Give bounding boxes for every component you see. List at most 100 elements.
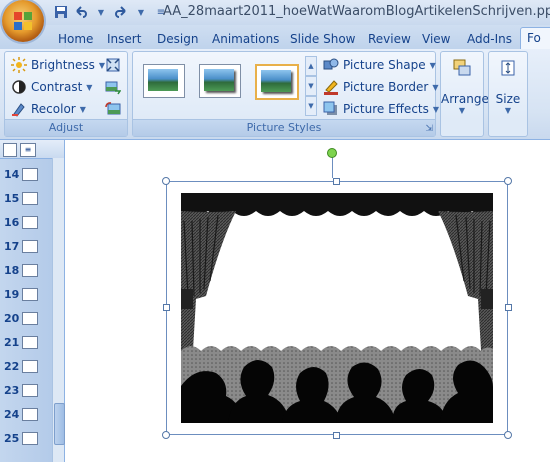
- chevron-down-icon: ▼: [432, 104, 440, 114]
- contrast-button[interactable]: Contrast ▼: [11, 77, 92, 97]
- compress-pictures-icon: [106, 58, 120, 72]
- slide-number: 22: [4, 359, 20, 373]
- size-button[interactable]: Size ▼: [489, 52, 527, 118]
- save-button[interactable]: [52, 3, 70, 21]
- quick-access-toolbar: ▼ ▼ ≡: [52, 3, 170, 21]
- arrange-icon: [453, 59, 471, 76]
- chevron-down-icon: ▼: [79, 104, 86, 114]
- tab-slide-show[interactable]: Slide Show: [290, 29, 355, 49]
- slide-number: 17: [4, 239, 20, 253]
- slide-number: 15: [4, 191, 20, 205]
- picture-effects-icon: [323, 101, 337, 115]
- gallery-scroll-up[interactable]: ▲: [305, 56, 317, 76]
- resize-handle-bottom-right[interactable]: [504, 431, 512, 439]
- tab-design[interactable]: Design: [157, 29, 198, 49]
- brightness-icon: [11, 57, 27, 73]
- tab-animations[interactable]: Animations: [212, 29, 279, 49]
- change-picture-icon: [105, 81, 121, 95]
- slide-thumbnail[interactable]: 17: [4, 236, 38, 256]
- undo-dropdown[interactable]: ▼: [92, 3, 110, 21]
- picture-effects-button[interactable]: Picture Effects ▼: [323, 99, 439, 119]
- tab-insert[interactable]: Insert: [107, 29, 141, 49]
- title-bar: ▼ ▼ ≡ AA_28maart2011_hoeWatWaaromBlogArt…: [0, 0, 550, 42]
- slide-thumbnail[interactable]: 25: [4, 428, 38, 448]
- slide-number: 21: [4, 335, 20, 349]
- contrast-label: Contrast: [31, 80, 83, 94]
- scrollbar-thumb[interactable]: [54, 403, 65, 445]
- tab-add-ins[interactable]: Add-Ins: [467, 29, 512, 49]
- office-button[interactable]: [2, 0, 44, 42]
- slide-number: 19: [4, 287, 20, 301]
- arrange-label: Arrange: [441, 92, 489, 106]
- slide-thumbnail[interactable]: 16: [4, 212, 38, 232]
- arrange-button[interactable]: Arrange ▼: [441, 52, 489, 118]
- outline-tab[interactable]: ≡: [20, 143, 36, 157]
- brightness-button[interactable]: Brightness ▼: [11, 55, 105, 75]
- picture-styles-group: ▲ ▼ ▼ Picture Shape ▼ Picture Border ▼ P…: [132, 51, 439, 137]
- slide-preview: [22, 359, 38, 373]
- gallery-scroll-down[interactable]: ▼: [305, 76, 317, 96]
- resize-handle-bottom-left[interactable]: [162, 431, 170, 439]
- size-icon: [501, 60, 515, 76]
- slide-preview: [22, 263, 38, 277]
- picture-style-preview: [204, 69, 234, 91]
- gallery-more[interactable]: ▼: [305, 96, 317, 116]
- tab-view[interactable]: View: [422, 29, 450, 49]
- rotate-handle[interactable]: [327, 148, 337, 158]
- chevron-down-icon: ▼: [429, 60, 436, 70]
- picture-border-label: Picture Border: [343, 80, 429, 94]
- slides-tab[interactable]: [3, 143, 17, 157]
- slides-pane: ≡ 14 15 16 17 18 19 20 21 22 23 24 25: [0, 140, 65, 462]
- slide-thumbnail[interactable]: 19: [4, 284, 38, 304]
- picture-shape-button[interactable]: Picture Shape ▼: [323, 55, 436, 75]
- tab-format[interactable]: Fo: [520, 27, 550, 50]
- redo-dropdown[interactable]: ▼: [132, 3, 150, 21]
- picture-style-1[interactable]: [143, 64, 185, 98]
- slide-thumbnail[interactable]: 18: [4, 260, 38, 280]
- picture-style-3[interactable]: [255, 64, 299, 100]
- resize-handle-left[interactable]: [163, 304, 170, 311]
- recolor-button[interactable]: Recolor ▼: [11, 99, 86, 119]
- dialog-launcher-icon[interactable]: ⇲: [425, 124, 433, 134]
- slide-preview: [22, 383, 38, 397]
- slide-thumbnail[interactable]: 23: [4, 380, 38, 400]
- adjust-group: Brightness ▼ Contrast ▼ Recolor ▼ Adjust: [4, 51, 128, 137]
- chevron-down-icon: ▼: [432, 82, 439, 92]
- redo-button[interactable]: [112, 3, 130, 21]
- resize-handle-bottom[interactable]: [333, 432, 340, 439]
- slide-thumbnail[interactable]: 24: [4, 404, 38, 424]
- slide-thumbnail[interactable]: 21: [4, 332, 38, 352]
- slide-thumbnail[interactable]: 15: [4, 188, 38, 208]
- reset-picture-icon: [105, 102, 121, 115]
- reset-picture-button[interactable]: [105, 99, 121, 119]
- slide-thumbnail[interactable]: 22: [4, 356, 38, 376]
- slide-preview: [22, 335, 38, 349]
- resize-handle-top-right[interactable]: [504, 177, 512, 185]
- slide-number: 16: [4, 215, 20, 229]
- selection-box: [166, 181, 508, 435]
- slide-number: 14: [4, 167, 20, 181]
- picture-border-button[interactable]: Picture Border ▼: [323, 77, 438, 97]
- tab-home[interactable]: Home: [58, 29, 93, 49]
- picture-style-2[interactable]: [199, 64, 241, 98]
- slide-thumbnail[interactable]: 20: [4, 308, 38, 328]
- picture-effects-label: Picture Effects: [343, 102, 429, 116]
- compress-pictures-button[interactable]: [105, 55, 121, 75]
- slide-preview: [22, 287, 38, 301]
- resize-handle-right[interactable]: [505, 304, 512, 311]
- chevron-down-icon: ▼: [137, 7, 145, 17]
- slide-preview: [22, 311, 38, 325]
- pane-scrollbar[interactable]: [52, 158, 65, 462]
- chevron-down-icon: ▼: [504, 106, 512, 115]
- picture-style-preview: [261, 70, 291, 92]
- resize-handle-top[interactable]: [333, 178, 340, 185]
- slide-number: 24: [4, 407, 20, 421]
- adjust-group-label: Adjust: [5, 119, 127, 136]
- change-picture-button[interactable]: [105, 77, 121, 97]
- undo-button[interactable]: [72, 3, 90, 21]
- slide-number: 18: [4, 263, 20, 277]
- resize-handle-top-left[interactable]: [162, 177, 170, 185]
- tab-review[interactable]: Review: [368, 29, 411, 49]
- chevron-down-icon: ▼: [86, 82, 93, 92]
- slide-thumbnail[interactable]: 14: [4, 164, 38, 184]
